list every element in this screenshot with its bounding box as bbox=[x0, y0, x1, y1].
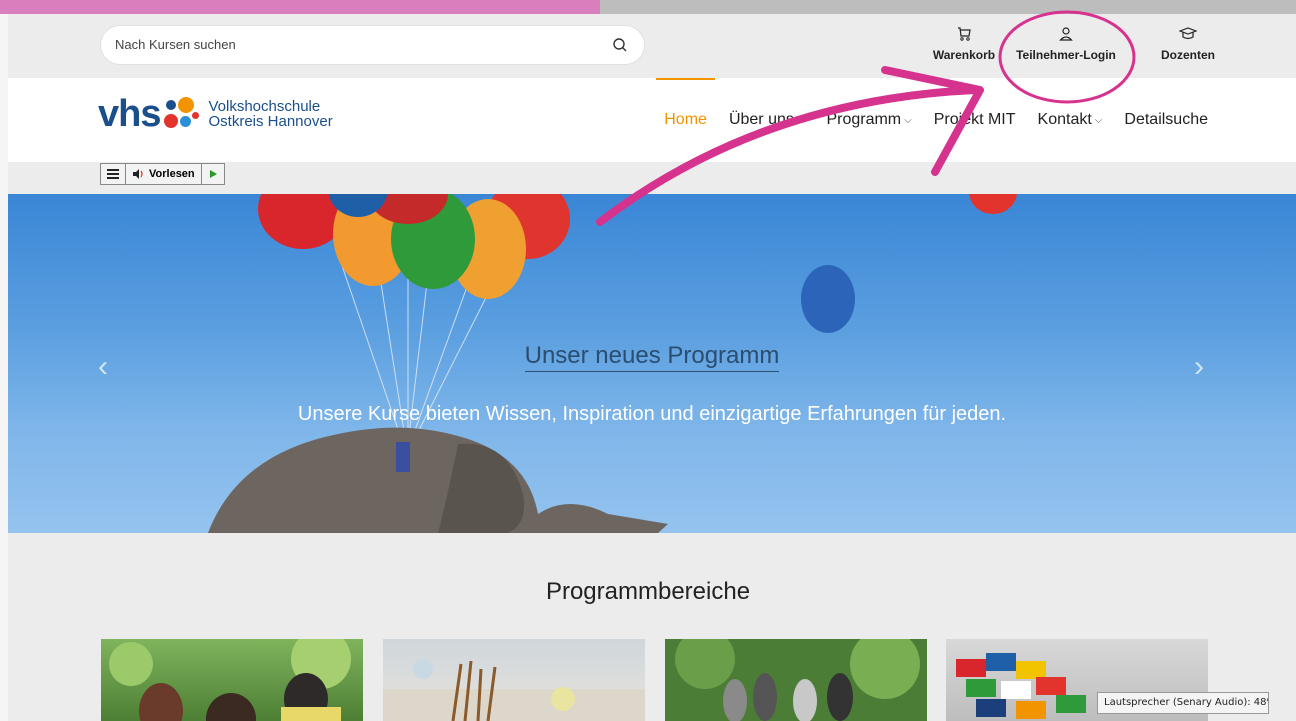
play-button[interactable] bbox=[202, 164, 224, 184]
program-card[interactable] bbox=[665, 639, 927, 721]
participant-login-label: Teilnehmer-Login bbox=[1016, 48, 1116, 62]
read-aloud-toolbar: Vorlesen bbox=[100, 163, 225, 185]
cart-link[interactable]: Warenkorb bbox=[928, 26, 1000, 62]
hero-slider: ‹ › Unser neues Programm Unsere Kurse bi… bbox=[8, 194, 1296, 533]
nav-item-projekt-mit[interactable]: Projekt MIT bbox=[934, 78, 1016, 162]
vhs-logo[interactable]: vhs Volkshochschule Ostkreis Hannover bbox=[98, 92, 333, 135]
read-aloud-menu-button[interactable] bbox=[101, 164, 126, 184]
card-image bbox=[665, 639, 927, 721]
hero-title: Unser neues Programm bbox=[524, 342, 780, 372]
speaker-icon bbox=[133, 169, 143, 179]
nav-item-programm[interactable]: Programm ⌵ bbox=[826, 78, 911, 162]
nav-item-ueber-uns[interactable]: Über uns ⌵ bbox=[729, 78, 805, 162]
teachers-link[interactable]: Dozenten bbox=[1158, 26, 1218, 62]
search-input[interactable] bbox=[115, 37, 595, 52]
card-image bbox=[109, 639, 351, 721]
cart-icon bbox=[958, 27, 971, 41]
volume-tooltip: Lautsprecher (Senary Audio): 48% bbox=[1097, 692, 1269, 714]
chevron-down-icon: ⌵ bbox=[904, 114, 912, 126]
browser-top-strip bbox=[0, 0, 660, 14]
hero-title-link[interactable]: Unser neues Programm bbox=[8, 342, 1296, 372]
utility-bar: Warenkorb Teilnehmer-Login Dozenten bbox=[8, 14, 1296, 78]
chevron-down-icon: ⌵ bbox=[1094, 114, 1103, 126]
logo-line2: Ostkreis Hannover bbox=[208, 113, 333, 130]
search-icon[interactable] bbox=[612, 37, 628, 53]
nav-label: Projekt MIT bbox=[933, 111, 1016, 128]
teachers-label: Dozenten bbox=[1161, 48, 1215, 62]
user-icon bbox=[1059, 27, 1073, 41]
logo-name: Volkshochschule Ostkreis Hannover bbox=[208, 99, 332, 129]
nav-label: Programm bbox=[826, 111, 902, 128]
play-icon bbox=[209, 170, 217, 178]
graduation-cap-icon bbox=[1179, 27, 1197, 40]
main-navbar: vhs Volkshochschule Ostkreis Hannover Ho… bbox=[8, 78, 1296, 162]
program-card[interactable] bbox=[101, 639, 363, 721]
nav-item-detailsuche[interactable]: Detailsuche bbox=[1124, 78, 1208, 162]
page-left-border bbox=[0, 14, 8, 721]
nav-label: Detailsuche bbox=[1124, 111, 1208, 128]
card-image bbox=[383, 659, 645, 721]
logo-dots-icon bbox=[162, 94, 204, 134]
logo-line1: Volkshochschule bbox=[208, 98, 321, 115]
cart-label: Warenkorb bbox=[932, 48, 996, 62]
nav-label: Home bbox=[664, 111, 707, 128]
menu-icon bbox=[107, 169, 119, 179]
nav-item-kontakt[interactable]: Kontakt ⌵ bbox=[1038, 78, 1103, 162]
participant-login-link[interactable]: Teilnehmer-Login bbox=[1008, 26, 1124, 62]
read-aloud-button[interactable]: Vorlesen bbox=[126, 164, 202, 184]
read-aloud-label: Vorlesen bbox=[149, 168, 195, 180]
course-search bbox=[100, 25, 645, 65]
chevron-down-icon: ⌵ bbox=[796, 114, 805, 126]
nav-label: Über uns bbox=[728, 111, 794, 128]
program-card[interactable] bbox=[383, 639, 645, 721]
main-nav: Home Über uns ⌵ Programm ⌵ Projekt MIT Kon… bbox=[642, 78, 1208, 162]
logo-wordmark: vhs bbox=[98, 92, 161, 135]
nav-item-home[interactable]: Home bbox=[656, 78, 715, 162]
section-title: Programmbereiche bbox=[545, 578, 751, 605]
browser-address-strip bbox=[600, 0, 1296, 14]
nav-label: Kontakt bbox=[1037, 111, 1092, 128]
hero-subtitle: Unsere Kurse bieten Wissen, Inspiration … bbox=[297, 403, 1007, 425]
